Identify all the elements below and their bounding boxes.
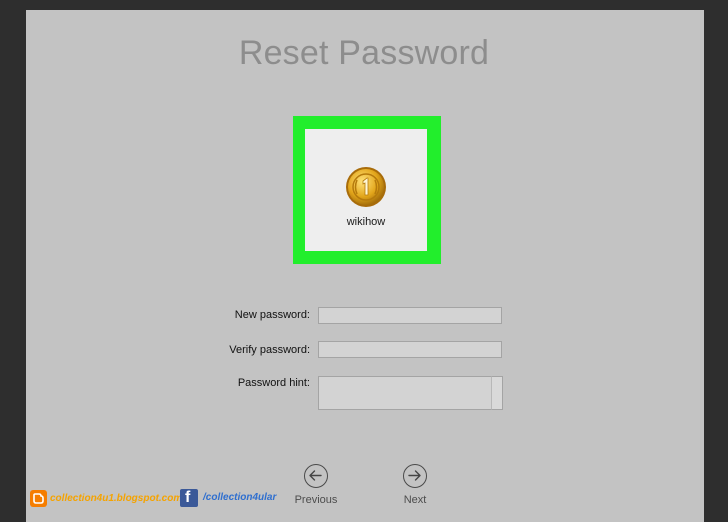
hint-scrollbar[interactable]	[491, 376, 503, 410]
page-title: Reset Password	[238, 34, 490, 72]
password-hint-field[interactable]	[318, 376, 492, 410]
verify-password-label: Verify password:	[229, 344, 310, 356]
arrow-left-icon	[309, 470, 322, 481]
username-label: wikihow	[346, 216, 386, 228]
previous-label[interactable]: Previous	[276, 494, 356, 506]
previous-button[interactable]	[304, 464, 328, 488]
facebook-icon: f	[180, 489, 198, 507]
next-label[interactable]: Next	[375, 494, 455, 506]
gold-coin-icon	[346, 167, 386, 207]
verify-password-field[interactable]	[318, 341, 502, 358]
blog-watermark: collection4u1.blogspot.com	[50, 493, 183, 504]
arrow-right-icon	[408, 470, 421, 481]
new-password-field[interactable]	[318, 307, 502, 324]
dialog-background	[26, 10, 704, 522]
new-password-label: New password:	[234, 309, 310, 321]
blogger-icon	[30, 490, 47, 507]
password-hint-label: Password hint:	[237, 377, 310, 389]
next-button[interactable]	[403, 464, 427, 488]
facebook-watermark: /collection4ular	[203, 492, 277, 503]
